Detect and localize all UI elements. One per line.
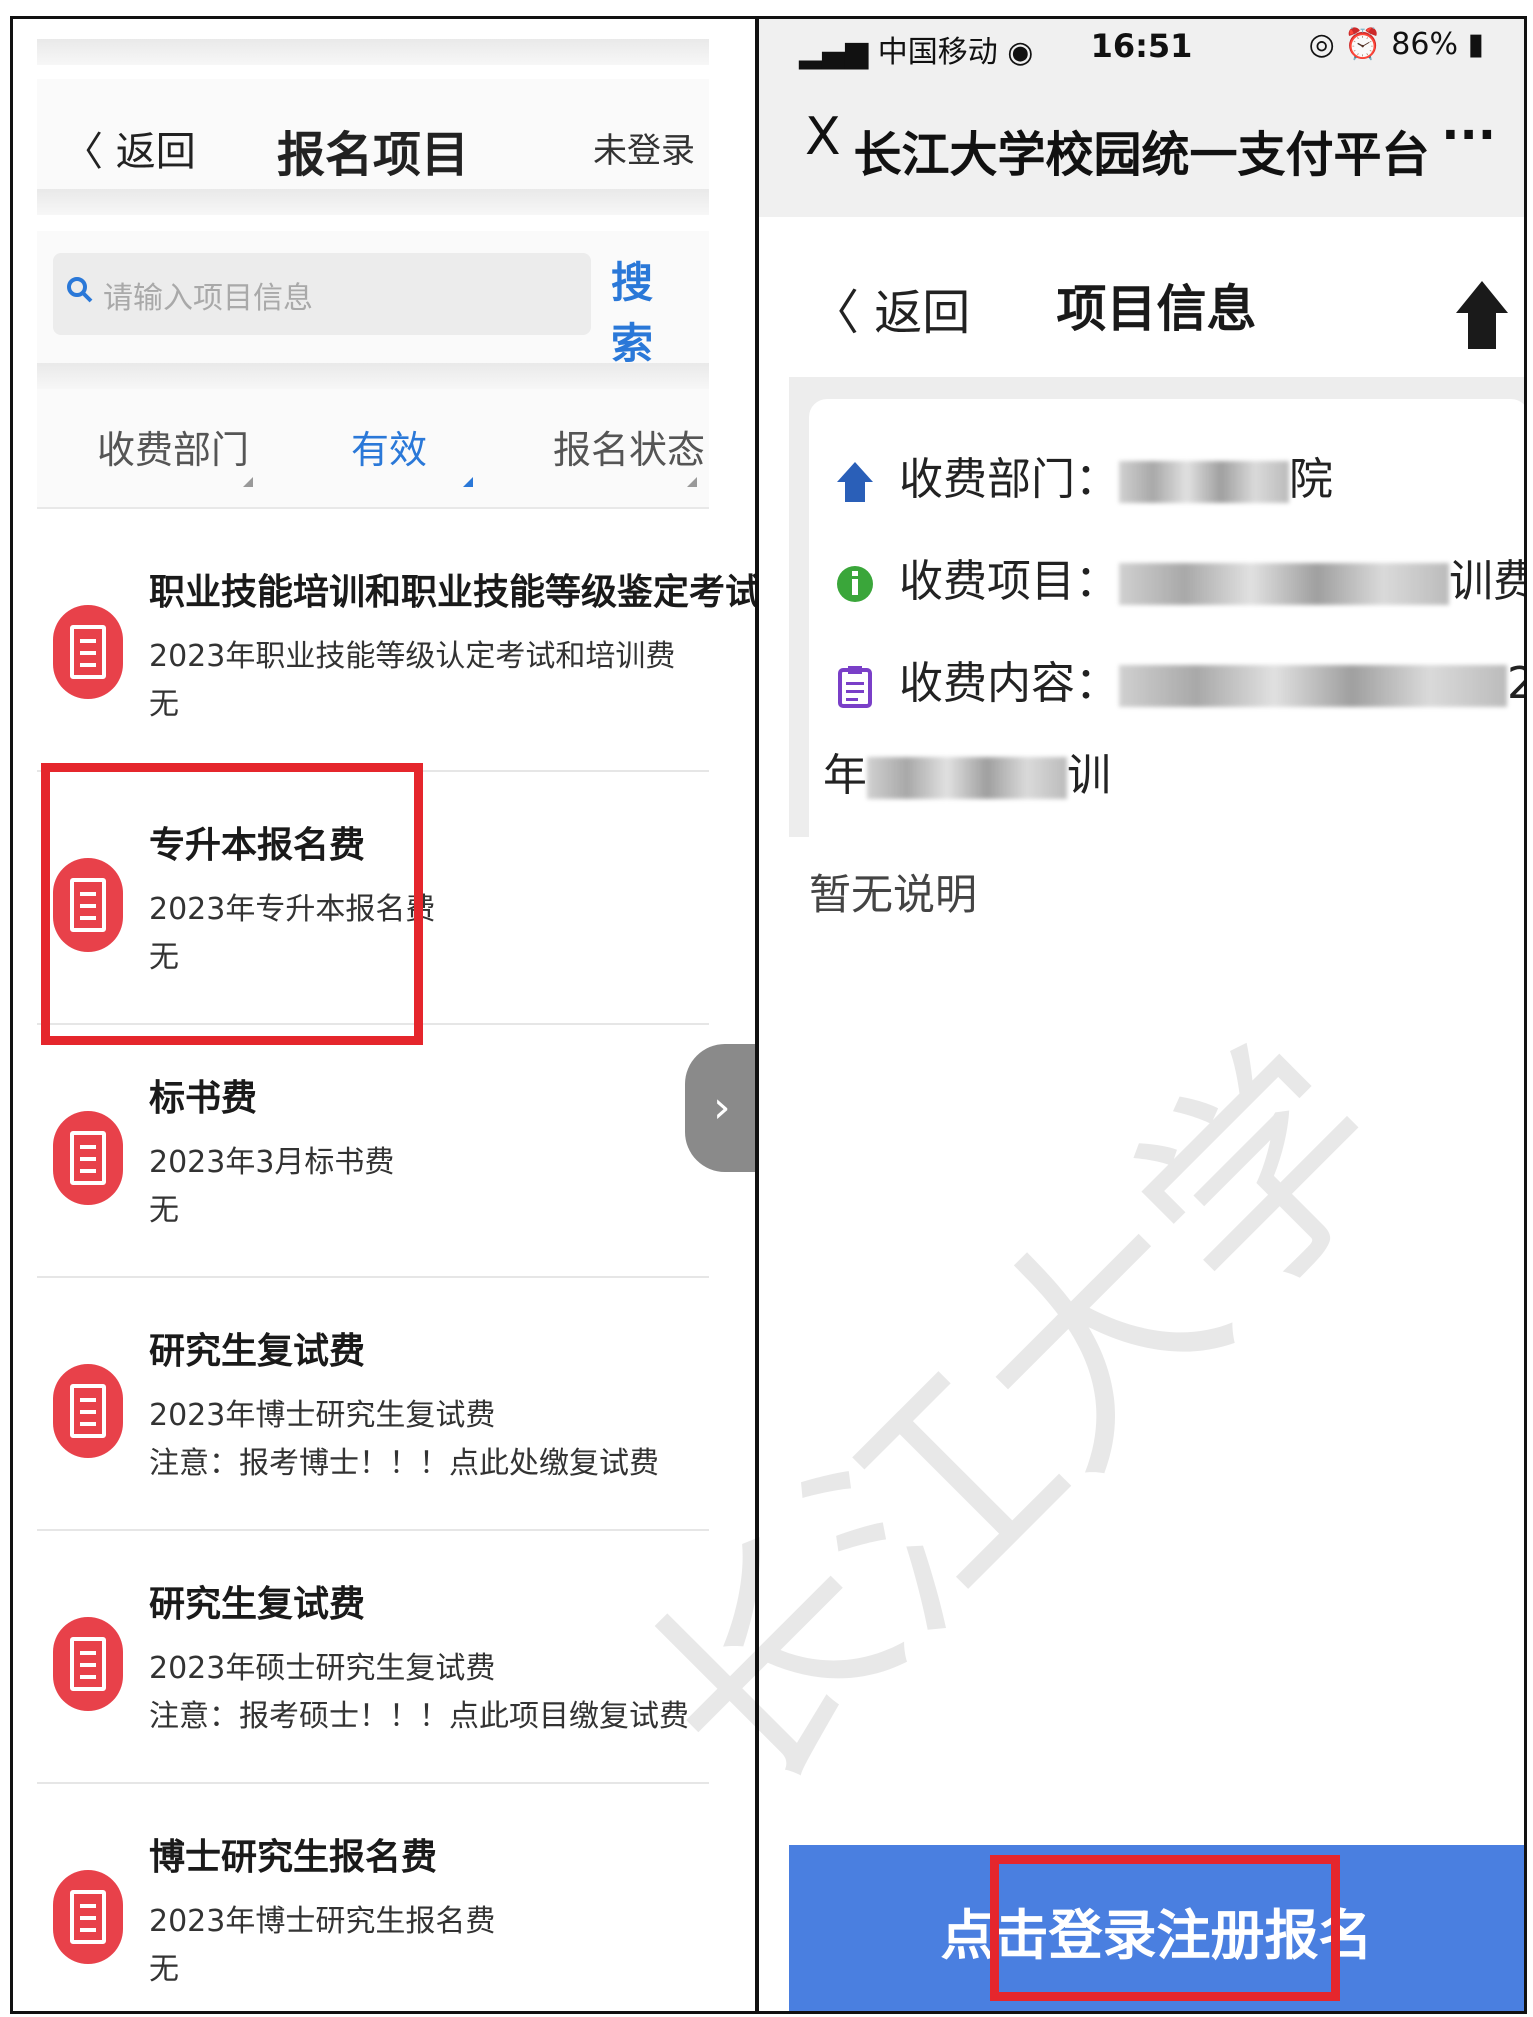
fee-icon xyxy=(53,1617,123,1711)
item-subtitle: 2023年博士研究生复试费 xyxy=(149,1398,496,1433)
filter-status[interactable]: 报名状态 xyxy=(553,419,705,474)
item-subtitle: 2023年硕士研究生复试费 xyxy=(149,1651,496,1686)
item-title: 研究生复试费 xyxy=(149,1584,366,1625)
dropdown-triangle-icon xyxy=(687,477,697,487)
battery-level: 86% xyxy=(1391,27,1458,62)
item-note: 无 xyxy=(149,1193,179,1228)
filter-department[interactable]: 收费部门 xyxy=(97,419,249,474)
fee-icon xyxy=(53,1111,123,1205)
item-subtitle: 2023年3月标书费 xyxy=(149,1145,395,1180)
list-item[interactable]: 标书费 2023年3月标书费 无 xyxy=(37,1025,709,1278)
content-row-continued: 年训 xyxy=(823,739,1111,803)
fee-icon xyxy=(53,1364,123,1458)
item-note: 无 xyxy=(149,687,179,722)
search-shadow xyxy=(37,363,709,389)
item-note: 注意：报考硕士！！！点此项目缴复试费 xyxy=(149,1699,689,1734)
filter-valid[interactable]: 有效 xyxy=(351,419,427,474)
more-button[interactable]: ··· xyxy=(1441,107,1496,163)
item-row: 收费项目： 训费 xyxy=(835,545,1524,609)
next-page-button[interactable]: › xyxy=(685,1044,755,1172)
dept-value-tail: 院 xyxy=(1289,454,1333,505)
item-subtitle: 2023年职业技能等级认定考试和培训费 xyxy=(149,639,676,674)
list-item[interactable]: 职业技能培训和职业技能等级鉴定考试 2023年职业技能等级认定考试和培训费 无 xyxy=(37,519,755,772)
blurred-value xyxy=(1119,665,1507,707)
item-title: 标书费 xyxy=(149,1078,258,1119)
content-label: 收费内容： xyxy=(899,658,1119,709)
dropdown-triangle-icon xyxy=(463,477,473,487)
battery-status: ◎ ⏰ 86% ▮ xyxy=(1309,27,1484,62)
item-title: 研究生复试费 xyxy=(149,1331,366,1372)
search-input[interactable]: 请输入项目信息 xyxy=(53,253,591,335)
info-icon xyxy=(837,566,873,602)
search-bar: 请输入项目信息 搜 索 xyxy=(37,231,709,371)
list-item[interactable]: 研究生复试费 2023年博士研究生复试费 注意：报考博士！！！点此处缴复试费 xyxy=(37,1278,709,1531)
list-item[interactable]: 研究生复试费 2023年硕士研究生复试费 注意：报考硕士！！！点此项目缴复试费 xyxy=(37,1531,709,1784)
item-title: 职业技能培训和职业技能等级鉴定考试 xyxy=(149,572,755,613)
chevron-right-icon: › xyxy=(713,1082,731,1133)
dept-label: 收费部门： xyxy=(899,454,1119,505)
item-title: 博士研究生报名费 xyxy=(149,1837,438,1878)
search-icon xyxy=(67,277,93,303)
login-status-button[interactable]: 未登录 xyxy=(593,123,695,172)
description-text: 暂无说明 xyxy=(809,870,978,919)
nav-header: 〈 返回 项目信息 xyxy=(789,229,1524,377)
content-value-tail: 22 xyxy=(1507,658,1524,709)
fee-icon xyxy=(53,605,123,699)
battery-icon: ▮ xyxy=(1457,27,1484,62)
item-label: 收费项目： xyxy=(899,556,1119,607)
dropdown-triangle-icon xyxy=(243,477,253,487)
wechat-title: 长江大学校园统一支付平台 xyxy=(853,127,1430,183)
content-line2-tail: 训 xyxy=(1067,750,1111,801)
content-row: 收费内容： 22 xyxy=(835,647,1524,711)
left-phone-screen: 〈 返回 报名项目 未登录 请输入项目信息 搜 索 收费部门 有效 报名状态 职… xyxy=(13,19,755,2011)
home-icon xyxy=(837,462,873,502)
clipboard-icon xyxy=(838,666,872,708)
dept-row: 收费部门： 院 xyxy=(835,443,1333,507)
right-phone-screen: ▂▄▆ 中国移动 ◉ 16:51 ◎ ⏰ 86% ▮ X 长江大学校园统一支付平… xyxy=(759,19,1524,2011)
home-icon[interactable] xyxy=(1454,279,1510,351)
page-title: 项目信息 xyxy=(1056,280,1257,338)
blurred-value xyxy=(1119,461,1289,503)
header-shadow xyxy=(37,189,709,215)
top-shadow xyxy=(37,39,709,65)
item-note: 无 xyxy=(149,1952,179,1987)
item-value-tail: 训费 xyxy=(1449,556,1524,607)
highlight-box xyxy=(990,1855,1340,2001)
item-note: 注意：报考博士！！！点此处缴复试费 xyxy=(149,1446,659,1481)
search-button[interactable]: 搜 索 xyxy=(611,249,709,371)
info-card: 收费部门：院 收费项目：训费 收费内容：22 年训 xyxy=(809,399,1524,837)
blurred-value xyxy=(1119,563,1449,605)
filter-bar: 收费部门 有效 报名状态 xyxy=(37,389,709,509)
alarm-icon: ◎ ⏰ xyxy=(1308,27,1392,62)
status-bar: ▂▄▆ 中国移动 ◉ 16:51 ◎ ⏰ 86% ▮ xyxy=(759,19,1524,77)
project-list: 职业技能培训和职业技能等级鉴定考试 2023年职业技能等级认定考试和培训费 无 … xyxy=(37,519,755,2011)
blurred-value xyxy=(867,757,1067,799)
content-line2-head: 年 xyxy=(823,750,867,801)
search-placeholder: 请输入项目信息 xyxy=(103,281,313,316)
bottom-action-bar: 点击登录注册报名 xyxy=(789,1845,1524,2011)
wechat-title-bar: X 长江大学校园统一支付平台 ··· xyxy=(759,77,1524,217)
highlight-box xyxy=(41,763,423,1045)
item-subtitle: 2023年博士研究生报名费 xyxy=(149,1904,496,1939)
fee-icon xyxy=(53,1870,123,1964)
list-item[interactable]: 博士研究生报名费 2023年博士研究生报名费 无 xyxy=(37,1784,709,2011)
